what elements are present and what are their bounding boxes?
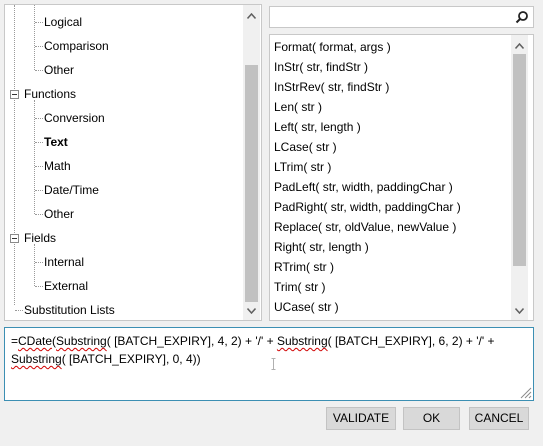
- tree-connector: [35, 166, 43, 167]
- expression-token: Substring: [56, 334, 107, 348]
- tree-scroll-thumb[interactable]: [245, 65, 258, 302]
- tree-connector: [35, 190, 43, 191]
- expression-token: ( [BATCH_EXPIRY], 6, 2) + '/' +: [327, 334, 498, 348]
- tree-item-comparison[interactable]: Comparison: [44, 35, 109, 57]
- expression-token: Substring: [11, 352, 62, 366]
- function-list[interactable]: Format( format, args ) InStr( str, findS…: [269, 34, 534, 321]
- function-item[interactable]: Len( str ): [274, 97, 322, 117]
- function-item[interactable]: InStr( str, findStr ): [274, 57, 368, 77]
- function-item[interactable]: PadLeft( str, width, paddingChar ): [274, 177, 453, 197]
- expression-prefix: =: [11, 334, 19, 348]
- tree-item-conversion[interactable]: Conversion: [44, 107, 105, 129]
- expression-token: ( [BATCH_EXPIRY], 0, 4)): [61, 352, 201, 366]
- function-item[interactable]: LCase( str ): [274, 137, 337, 157]
- scroll-up-icon[interactable]: [511, 37, 528, 54]
- function-search[interactable]: [269, 6, 534, 28]
- function-list-scrollbar[interactable]: [511, 35, 528, 320]
- function-item[interactable]: RTrim( str ): [274, 257, 334, 277]
- function-item[interactable]: InStrRev( str, findStr ): [274, 77, 389, 97]
- expression-editor[interactable]: =CDate(Substring( [BATCH_EXPIRY], 4, 2) …: [4, 327, 534, 401]
- expression-text[interactable]: =CDate(Substring( [BATCH_EXPIRY], 4, 2) …: [11, 332, 516, 368]
- expression-token: ( [BATCH_EXPIRY], 4, 2) + '/' +: [106, 334, 277, 348]
- tree-connector: [35, 262, 43, 263]
- tree-item-internal[interactable]: Internal: [44, 251, 84, 273]
- tree-connector: [35, 214, 43, 215]
- function-item[interactable]: Format( format, args ): [274, 37, 391, 57]
- scroll-down-icon[interactable]: [243, 302, 260, 319]
- function-item[interactable]: Right( str, length ): [274, 237, 369, 257]
- tree-connector: [35, 70, 43, 71]
- cancel-button[interactable]: CANCEL: [469, 407, 529, 430]
- tree-connector: [35, 118, 43, 119]
- tree-connector: [35, 286, 43, 287]
- expression-token: Substring: [276, 334, 328, 348]
- tree-item-text[interactable]: Text: [44, 131, 68, 153]
- tree-item-logical[interactable]: Logical: [44, 11, 82, 33]
- category-tree[interactable]: Logical Comparison Other Functions Conve…: [4, 4, 262, 321]
- function-item[interactable]: Replace( str, oldValue, newValue ): [274, 217, 456, 237]
- search-icon[interactable]: [515, 10, 529, 24]
- function-item[interactable]: Left( str, length ): [274, 117, 361, 137]
- tree-item-substitution-lists[interactable]: Substitution Lists: [24, 299, 115, 320]
- collapse-functions-icon[interactable]: [10, 90, 19, 99]
- tree-connector: [34, 244, 35, 286]
- tree-connector: [35, 22, 43, 23]
- tree-item-functions[interactable]: Functions: [24, 83, 76, 105]
- text-cursor-icon: [271, 358, 276, 370]
- tree-item-external[interactable]: External: [44, 275, 88, 297]
- tree-item-other[interactable]: Other: [44, 59, 74, 81]
- tree-connector: [35, 46, 43, 47]
- validate-button[interactable]: VALIDATE: [326, 407, 396, 430]
- function-item[interactable]: UCase( str ): [274, 297, 339, 317]
- ok-button[interactable]: OK: [403, 407, 460, 430]
- tree-connector: [35, 142, 43, 143]
- tree-connector: [15, 310, 23, 311]
- collapse-fields-icon[interactable]: [10, 234, 19, 243]
- scroll-up-icon[interactable]: [243, 7, 260, 24]
- tree-item-math[interactable]: Math: [44, 155, 71, 177]
- function-item[interactable]: LTrim( str ): [274, 157, 331, 177]
- scroll-down-icon[interactable]: [511, 302, 528, 319]
- function-item[interactable]: PadRight( str, width, paddingChar ): [274, 197, 461, 217]
- tree-item-other-functions[interactable]: Other: [44, 203, 74, 225]
- function-list-scroll-thumb[interactable]: [513, 54, 526, 266]
- tree-item-fields[interactable]: Fields: [24, 227, 56, 249]
- function-item[interactable]: Trim( str ): [274, 277, 326, 297]
- expression-token: CDate: [18, 334, 53, 348]
- resize-grip-icon[interactable]: [518, 385, 532, 399]
- tree-scrollbar[interactable]: [243, 5, 260, 320]
- tree-connector: [14, 5, 15, 305]
- tree-item-datetime[interactable]: Date/Time: [44, 179, 99, 201]
- search-input[interactable]: [270, 7, 510, 27]
- tree-connector: [34, 5, 35, 70]
